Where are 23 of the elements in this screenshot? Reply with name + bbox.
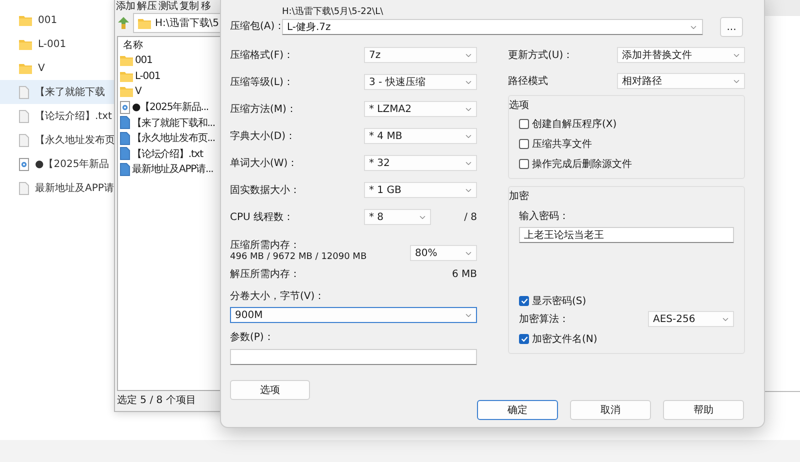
field-label: 压缩格式(F)： <box>230 48 295 62</box>
thread-total: / 8 <box>464 212 477 222</box>
memory-detail: 496 MB / 9672 MB / 12090 MB <box>230 252 367 262</box>
field-label: 固实数据大小： <box>230 184 301 197</box>
volume-label: 分卷大小，字节(V)： <box>230 290 325 303</box>
folder-path: H:\迅雷下载\5月\5-22\L\ <box>282 7 384 19</box>
decompress-memory-label: 解压所需内存： <box>230 268 300 281</box>
archive-label: 压缩包(A)： <box>230 20 282 33</box>
field-label: 压缩等级(L)： <box>230 76 294 89</box>
parameters-label: 参数(P)： <box>230 330 274 344</box>
group-title: 选项 <box>509 98 530 113</box>
group-title: 加密 <box>509 190 530 204</box>
memory-label: 压缩所需内存： <box>230 238 301 252</box>
field-label: 加密算法： <box>519 312 570 326</box>
field-label: 更新方式(U)： <box>508 48 574 62</box>
field-label: 字典大小(D)： <box>230 130 297 143</box>
field-label: 单词大小(W)： <box>230 156 299 170</box>
field-label: CPU 线程数： <box>230 210 295 224</box>
decompress-memory-value: 6 MB <box>452 268 477 280</box>
field-label: 路径模式 <box>508 74 549 88</box>
status-text: 选定 5 / 8 个项目 <box>116 394 197 408</box>
field-label: 压缩方法(M)： <box>230 102 298 116</box>
password-label: 输入密码： <box>519 210 570 223</box>
